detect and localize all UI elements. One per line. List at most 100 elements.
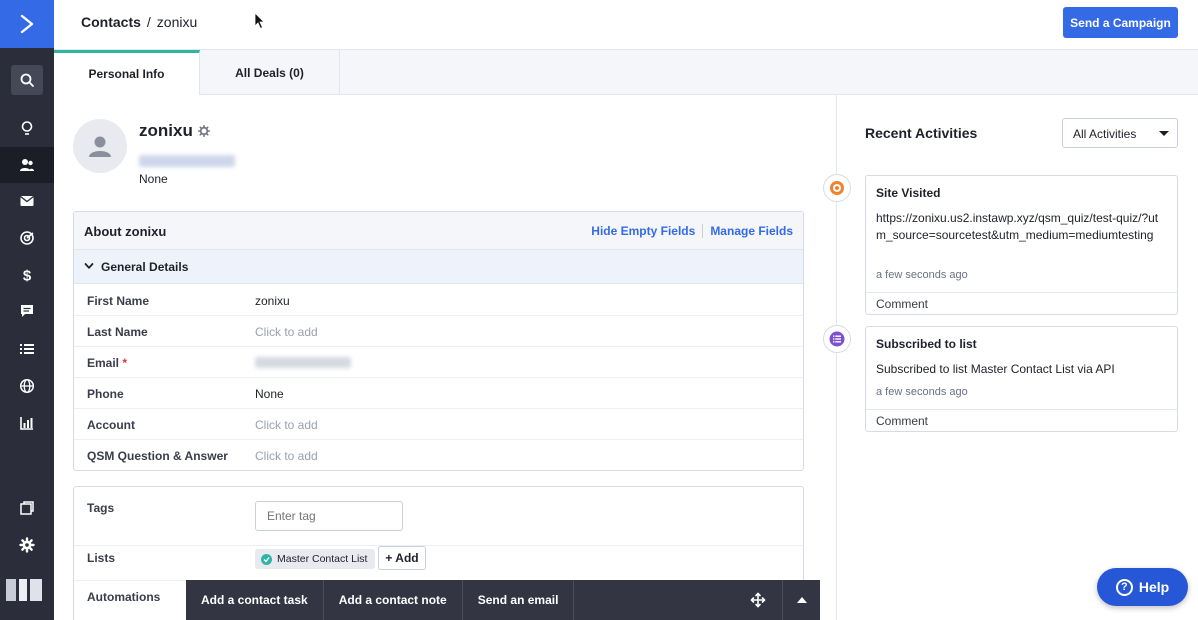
breadcrumb-current: zonixu [156, 14, 198, 30]
qsm-value[interactable]: Click to add [255, 449, 318, 463]
reports-icon [20, 417, 33, 430]
activities-filter-select[interactable]: All Activities [1062, 118, 1178, 148]
list-icon [20, 344, 34, 354]
tags-label: Tags [87, 501, 115, 515]
list-icon [829, 331, 845, 347]
field-label: Last Name [87, 325, 148, 339]
sidebar-item-website[interactable] [0, 369, 54, 403]
sidebar-item-reports[interactable] [0, 406, 54, 440]
automations-label: Automations [87, 590, 161, 604]
breadcrumb: Contacts / zonixu [81, 14, 197, 30]
about-title: About zonixu [84, 224, 167, 239]
sidebar-item-settings[interactable] [0, 528, 54, 562]
comment-button[interactable]: Comment [866, 409, 1177, 431]
chat-icon [21, 305, 33, 317]
activity-title: Subscribed to list [876, 337, 977, 351]
field-label: Phone [87, 387, 124, 401]
gear-icon [19, 537, 35, 553]
pages-icon [20, 501, 34, 515]
comment-button[interactable]: Comment [866, 292, 1177, 314]
chevron-down-icon [84, 263, 94, 269]
list-chip-label: Master Contact List [277, 553, 368, 565]
svg-text:$: $ [23, 268, 32, 284]
tag-input[interactable] [255, 501, 403, 531]
person-icon [89, 136, 111, 157]
contact-subtitle: None [139, 172, 168, 186]
contact-settings-gear-icon[interactable] [198, 125, 210, 137]
about-card: About zonixu Hide Empty Fields Manage Fi… [73, 211, 804, 471]
add-contact-task-button[interactable]: Add a contact task [186, 580, 324, 620]
hide-empty-fields-link[interactable]: Hide Empty Fields [591, 224, 695, 238]
user-avatar-thumbnail[interactable] [6, 579, 42, 601]
caret-up-icon [796, 597, 807, 603]
activity-body[interactable]: https://zonixu.us2.instawp.xyz/qsm_quiz/… [876, 210, 1168, 244]
manage-fields-link[interactable]: Manage Fields [710, 224, 793, 238]
add-contact-note-button[interactable]: Add a contact note [324, 580, 463, 620]
phone-value[interactable]: None [255, 387, 284, 401]
sidebar-item-pages[interactable] [0, 491, 54, 525]
about-actions: Hide Empty Fields Manage Fields [591, 224, 793, 238]
sidebar: $ [0, 0, 54, 620]
caret-down-icon [1159, 131, 1169, 136]
search-icon [20, 73, 34, 87]
activity-time: a few seconds ago [876, 269, 968, 281]
recent-activities-title: Recent Activities [865, 125, 978, 141]
general-details-toggle[interactable]: General Details [74, 250, 803, 284]
activity-time: a few seconds ago [876, 386, 968, 398]
field-label: First Name [87, 294, 150, 308]
activities-filter-value: All Activities [1073, 127, 1137, 141]
sidebar-item-campaigns[interactable] [0, 184, 54, 218]
field-label: Email * [87, 356, 127, 370]
field-row-email: Email * [74, 347, 803, 378]
sidebar-item-automations[interactable] [0, 221, 54, 255]
field-row-phone: Phone None [74, 378, 803, 409]
page-header: Contacts / zonixu Send a Campaign [54, 0, 1198, 50]
lists-label: Lists [87, 551, 116, 565]
globe-icon [19, 378, 35, 394]
field-row-first-name: First Name zonixu [74, 285, 803, 316]
check-icon [261, 553, 272, 565]
breadcrumb-contacts[interactable]: Contacts [81, 14, 141, 30]
mouse-cursor-icon [254, 12, 265, 30]
field-label: Account [87, 418, 135, 432]
subscribed-timeline-icon [823, 325, 851, 353]
send-campaign-button[interactable]: Send a Campaign [1063, 7, 1178, 38]
sidebar-item-deals[interactable]: $ [0, 258, 54, 292]
field-label: QSM Question & Answer [87, 449, 228, 463]
avatar[interactable] [73, 119, 127, 173]
general-details-label: General Details [101, 260, 189, 274]
email-label: Email [87, 356, 120, 370]
activity-card-subscribed: Subscribed to list Subscribed to list Ma… [865, 326, 1178, 432]
activity-body: Subscribed to list Master Contact List v… [876, 362, 1115, 376]
logo[interactable] [0, 0, 54, 48]
sidebar-item-insights[interactable] [0, 111, 54, 145]
field-row-qsm: QSM Question & Answer Click to add [74, 440, 803, 471]
email-value-redacted[interactable] [255, 357, 351, 368]
help-button[interactable]: ? Help [1097, 568, 1188, 606]
sidebar-item-conversations[interactable] [0, 294, 54, 328]
automation-icon [20, 231, 34, 245]
sidebar-item-lists[interactable] [0, 332, 54, 366]
sidebar-item-contacts[interactable] [0, 147, 54, 183]
required-marker: * [122, 356, 128, 370]
add-list-button[interactable]: + Add [378, 546, 426, 570]
tab-personal-info[interactable]: Personal Info [54, 50, 200, 95]
lightbulb-icon [21, 121, 33, 135]
activity-title: Site Visited [876, 186, 941, 200]
send-email-button[interactable]: Send an email [463, 580, 575, 620]
first-name-value[interactable]: zonixu [255, 294, 290, 308]
list-chip[interactable]: Master Contact List [255, 549, 376, 569]
last-name-value[interactable]: Click to add [255, 325, 318, 339]
field-row-last-name: Last Name Click to add [74, 316, 803, 347]
activity-card-site-visited: Site Visited https://zonixu.us2.instawp.… [865, 175, 1178, 315]
contacts-icon [20, 159, 34, 171]
account-value[interactable]: Click to add [255, 418, 318, 432]
move-icon[interactable] [750, 592, 766, 608]
question-icon: ? [1115, 578, 1133, 596]
site-visited-timeline-icon [823, 174, 851, 202]
about-card-header: About zonixu Hide Empty Fields Manage Fi… [74, 212, 803, 250]
tab-all-deals[interactable]: All Deals (0) [200, 50, 340, 95]
dollar-icon: $ [23, 268, 32, 284]
sidebar-item-search[interactable] [11, 65, 43, 95]
collapse-bar-button[interactable] [782, 580, 820, 620]
